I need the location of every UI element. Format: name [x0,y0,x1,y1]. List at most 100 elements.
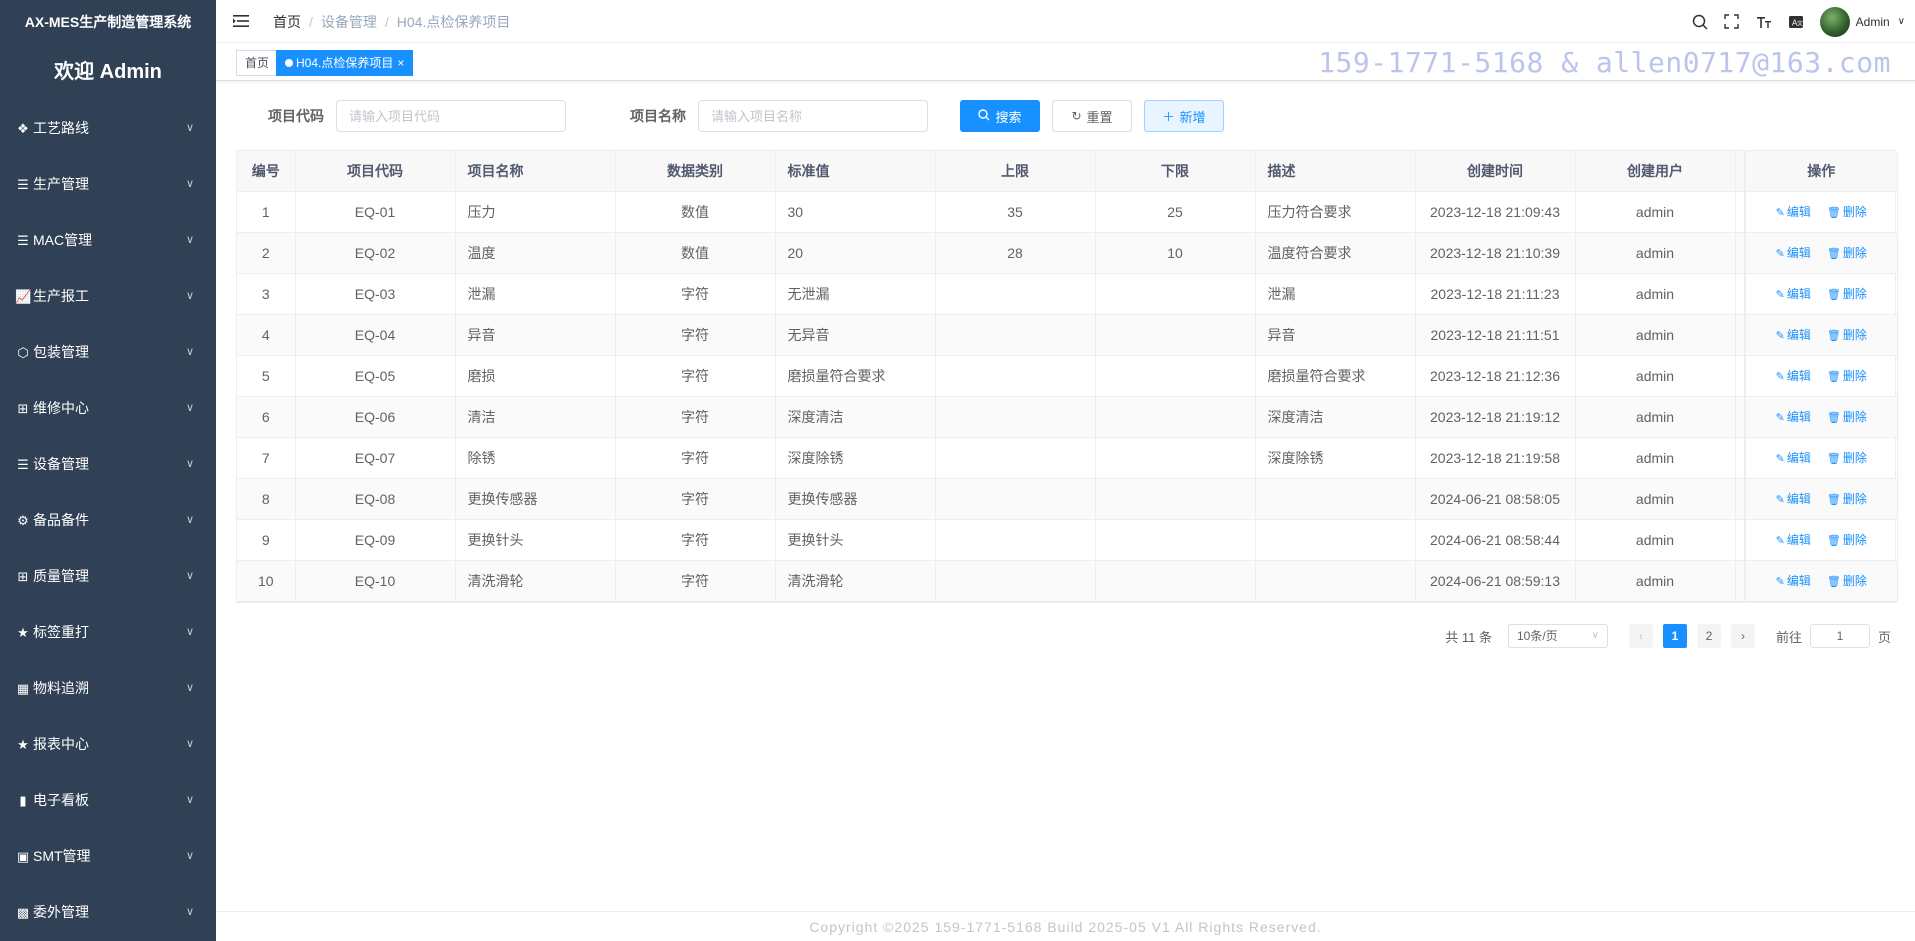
cell-std: 更换传感器 [775,478,936,520]
cell-no: 3 [237,273,296,315]
tag-home-label: 首页 [245,56,270,70]
add-button[interactable]: ＋ 新增 [1144,100,1224,132]
header-code: 项目代码 [295,151,456,192]
refresh-icon: ↻ [1071,109,1082,123]
edit-button[interactable]: ✎ 编辑 [1776,369,1811,383]
route-icon: ❖ [17,121,29,136]
star-icon: ★ [17,737,29,752]
cell-desc: 温度符合要求 [1255,232,1416,274]
goto-page-input[interactable] [1809,624,1870,648]
sidebar-item-9[interactable]: ⊞ 质量管理 ∨ [0,548,216,604]
prev-page-button[interactable]: ‹ [1628,624,1653,648]
chevron-down-icon[interactable]: ∨ [1898,16,1905,27]
cell-lower [1095,396,1256,438]
delete-button[interactable]: 🗑 删除 [1827,574,1867,588]
apps-icon: ▩ [16,905,30,920]
table-row: 10 EQ-10 清洗滑轮 字符 清洗滑轮 2024-06-21 08:59:13 admi… [237,560,1898,602]
delete-button[interactable]: 🗑 删除 [1827,287,1867,301]
cell-user: admin [1575,519,1736,561]
chevron-down-icon: ∨ [185,794,194,806]
header-time: 创建时间 [1415,151,1576,192]
cell-type: 数值 [615,232,776,274]
chevron-down-icon: ∨ [185,682,194,694]
sidebar-item-15[interactable]: ▩ 委外管理 ∨ [0,884,216,940]
delete-button[interactable]: 🗑 删除 [1827,451,1867,465]
sidebar-item-12[interactable]: ★ 报表中心 ∨ [0,716,216,772]
avatar[interactable] [1819,6,1850,37]
sidebar-item-1[interactable]: ❖ 工艺路线 ∨ [0,100,216,156]
sidebar-item-10[interactable]: ★ 标签重打 ∨ [0,604,216,660]
breadcrumb-device-mgmt[interactable]: 设备管理 [321,14,377,30]
fullscreen-icon[interactable] [1716,0,1748,43]
cell-gutter [1735,396,1746,438]
delete-button[interactable]: 🗑 删除 [1827,533,1867,547]
reset-button[interactable]: ↻ 重置 [1052,100,1132,132]
sidebar-item-8[interactable]: ⚙ 备品备件 ∨ [0,492,216,548]
sidebar-item-label: MAC管理 [33,232,93,248]
delete-button[interactable]: 🗑 删除 [1827,410,1867,424]
edit-button[interactable]: ✎ 编辑 [1776,574,1811,588]
page-button-1[interactable]: 1 [1662,624,1687,648]
delete-button[interactable]: 🗑 删除 [1827,205,1867,219]
trash-icon: 🗑 [1826,371,1841,383]
delete-button[interactable]: 🗑 删除 [1827,328,1867,342]
sidebar-item-5[interactable]: ⬡ 包装管理 ∨ [0,324,216,380]
delete-button[interactable]: 🗑 删除 [1827,492,1867,506]
cell-no: 9 [237,519,296,561]
next-page-button[interactable]: › [1730,624,1755,648]
cell-code: EQ-05 [295,355,456,397]
data-table: 编号 项目代码 项目名称 数据类别 标准值 上限 下限 描述 创建时间 创建用户… [236,150,1898,603]
code-input[interactable] [336,100,566,132]
cell-desc: 深度清洁 [1255,396,1416,438]
cell-upper [935,314,1096,356]
sidebar-item-11[interactable]: ▦ 物料追溯 ∨ [0,660,216,716]
search-button[interactable]: 搜索 [960,100,1040,132]
page-button-2[interactable]: 2 [1696,624,1721,648]
close-icon[interactable]: × [397,56,404,70]
delete-button[interactable]: 🗑 删除 [1827,369,1867,383]
edit-button[interactable]: ✎ 编辑 [1776,410,1811,424]
list-icon: ☰ [17,177,29,192]
tag-active[interactable]: H04.点检保养项目 × [276,50,414,76]
cell-lower [1095,273,1256,315]
cell-user: admin [1575,437,1736,479]
sidebar-item-2[interactable]: ☰ 生产管理 ∨ [0,156,216,212]
edit-button[interactable]: ✎ 编辑 [1776,205,1811,219]
cell-ops: ✎ 编辑 🗑 删除 [1744,232,1898,274]
cell-gutter [1735,560,1746,602]
name-input[interactable] [698,100,928,132]
table-row: 7 EQ-07 除锈 字符 深度除锈 深度除锈 2023-12-18 21:19:58 adm… [237,437,1898,479]
edit-button[interactable]: ✎ 编辑 [1776,328,1811,342]
sidebar-item-7[interactable]: ☰ 设备管理 ∨ [0,436,216,492]
edit-button[interactable]: ✎ 编辑 [1776,533,1811,547]
edit-button[interactable]: ✎ 编辑 [1776,451,1811,465]
sidebar-menu: ❖ 工艺路线 ∨ ☰ 生产管理 ∨ ☰ MAC管理 ∨ 📈 生产报工 ∨ ⬡ 包装管理 ∨ ⊞ 维修中心 ∨ ☰ 设备… [0,100,216,940]
tag-home[interactable]: 首页 [236,50,279,76]
cell-type: 数值 [615,191,776,233]
breadcrumb-home[interactable]: 首页 [273,14,301,30]
chevron-down-icon: ∨ [185,570,194,582]
cell-lower [1095,314,1256,356]
sidebar-item-6[interactable]: ⊞ 维修中心 ∨ [0,380,216,436]
search-icon[interactable] [1684,0,1716,43]
language-icon[interactable]: A文 [1780,0,1812,43]
edit-button[interactable]: ✎ 编辑 [1776,246,1811,260]
sidebar-item-13[interactable]: ▮ 电子看板 ∨ [0,772,216,828]
font-size-icon[interactable] [1748,0,1780,43]
table-row: 6 EQ-06 清洁 字符 深度清洁 深度清洁 2023-12-18 21:19:12 adm… [237,396,1898,438]
sidebar-item-14[interactable]: ▣ SMT管理 ∨ [0,828,216,884]
user-name[interactable]: Admin [1856,15,1890,29]
cell-desc: 压力符合要求 [1255,191,1416,233]
edit-button[interactable]: ✎ 编辑 [1776,287,1811,301]
edit-button[interactable]: ✎ 编辑 [1776,492,1811,506]
sidebar-item-4[interactable]: 📈 生产报工 ∨ [0,268,216,324]
cell-std: 清洗滑轮 [775,560,936,602]
chevron-down-icon: ∨ [185,122,194,134]
page-size-select[interactable]: 10条/页 ∨ [1507,624,1608,648]
delete-button[interactable]: 🗑 删除 [1827,246,1867,260]
trash-icon: 🗑 [1826,248,1841,260]
sidebar-item-3[interactable]: ☰ MAC管理 ∨ [0,212,216,268]
hamburger-icon[interactable] [232,12,250,30]
top-navbar: 首页 / 设备管理 / H04.点检保养项目 A文 Admin ∨ [216,0,1915,43]
chevron-down-icon: ∨ [185,514,194,526]
